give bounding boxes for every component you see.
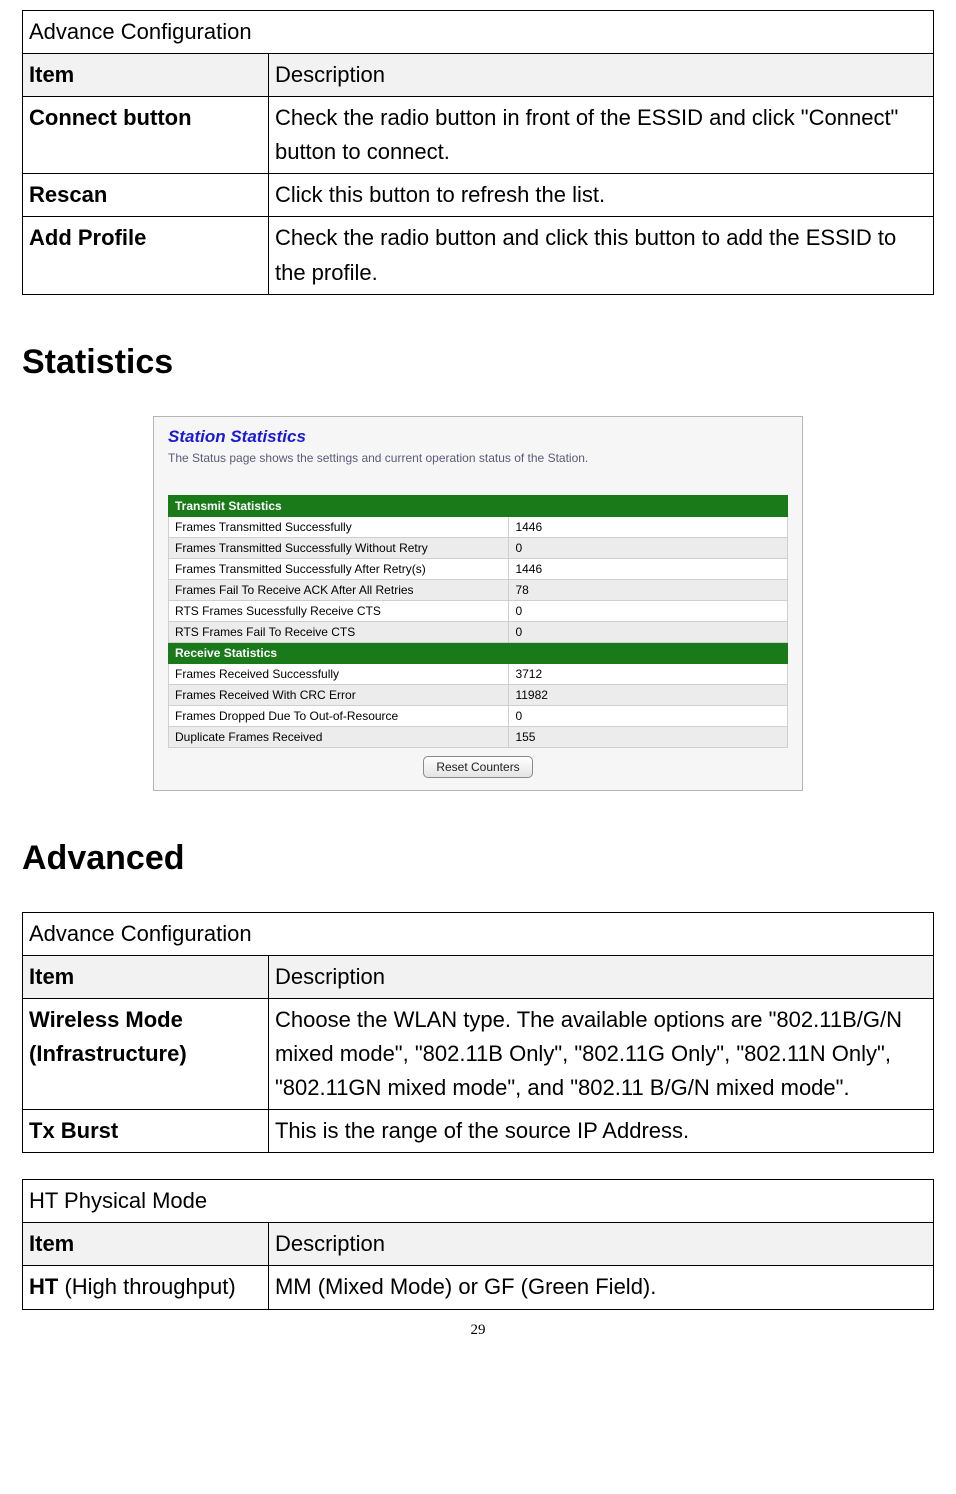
- col-item: Item: [23, 54, 269, 97]
- ht-physical-mode-table: HT Physical Mode Item Description HT (Hi…: [22, 1179, 934, 1309]
- stat-row: Frames Transmitted Successfully1446: [169, 516, 788, 537]
- stat-row: Frames Transmitted Successfully Without …: [169, 537, 788, 558]
- item-cell: HT (High throughput): [23, 1266, 269, 1309]
- stat-row: Frames Dropped Due To Out-of-Resource0: [169, 705, 788, 726]
- stat-row: RTS Frames Sucessfully Receive CTS0: [169, 600, 788, 621]
- item-cell: Wireless Mode (Infrastructure): [23, 998, 269, 1109]
- item-cell: Rescan: [23, 174, 269, 217]
- desc-cell: MM (Mixed Mode) or GF (Green Field).: [268, 1266, 933, 1309]
- reset-counters-button[interactable]: Reset Counters: [423, 756, 532, 778]
- table-row: HT (High throughput) MM (Mixed Mode) or …: [23, 1266, 934, 1309]
- desc-cell: This is the range of the source IP Addre…: [268, 1110, 933, 1153]
- reset-row: Reset Counters: [168, 748, 788, 778]
- desc-cell: Check the radio button in front of the E…: [268, 97, 933, 174]
- desc-cell: Click this button to refresh the list.: [268, 174, 933, 217]
- table-caption: Advance Configuration: [23, 912, 934, 955]
- table-caption: HT Physical Mode: [23, 1180, 934, 1223]
- table-row: Connect button Check the radio button in…: [23, 97, 934, 174]
- tx-header-row: Transmit Statistics: [169, 495, 788, 516]
- statistics-table: Transmit Statistics Frames Transmitted S…: [168, 495, 788, 748]
- col-item: Item: [23, 955, 269, 998]
- col-item: Item: [23, 1223, 269, 1266]
- stat-row: Frames Received With CRC Error11982: [169, 684, 788, 705]
- panel-subtitle: The Status page shows the settings and c…: [168, 451, 788, 465]
- advance-config-table-top: Advance Configuration Item Description C…: [22, 10, 934, 295]
- screenshot-container: Station Statistics The Status page shows…: [22, 416, 934, 791]
- advanced-heading: Advanced: [22, 839, 934, 878]
- col-desc: Description: [268, 1223, 933, 1266]
- col-desc: Description: [268, 955, 933, 998]
- stat-row: RTS Frames Fail To Receive CTS0: [169, 621, 788, 642]
- stat-row: Frames Transmitted Successfully After Re…: [169, 558, 788, 579]
- table-row: Tx Burst This is the range of the source…: [23, 1110, 934, 1153]
- item-cell: Connect button: [23, 97, 269, 174]
- desc-cell: Check the radio button and click this bu…: [268, 217, 933, 294]
- station-statistics-panel: Station Statistics The Status page shows…: [153, 416, 803, 791]
- panel-title: Station Statistics: [168, 427, 788, 447]
- rx-header-row: Receive Statistics: [169, 642, 788, 663]
- table-row: Rescan Click this button to refresh the …: [23, 174, 934, 217]
- stat-row: Duplicate Frames Received155: [169, 726, 788, 747]
- table-caption: Advance Configuration: [23, 11, 934, 54]
- stat-row: Frames Fail To Receive ACK After All Ret…: [169, 579, 788, 600]
- advance-config-table: Advance Configuration Item Description W…: [22, 912, 934, 1154]
- item-cell: Add Profile: [23, 217, 269, 294]
- desc-cell: Choose the WLAN type. The available opti…: [268, 998, 933, 1109]
- statistics-heading: Statistics: [22, 343, 934, 382]
- item-cell: Tx Burst: [23, 1110, 269, 1153]
- table-row: Wireless Mode (Infrastructure) Choose th…: [23, 998, 934, 1109]
- col-desc: Description: [268, 54, 933, 97]
- stat-row: Frames Received Successfully3712: [169, 663, 788, 684]
- page-number: 29: [22, 1322, 934, 1339]
- table-row: Add Profile Check the radio button and c…: [23, 217, 934, 294]
